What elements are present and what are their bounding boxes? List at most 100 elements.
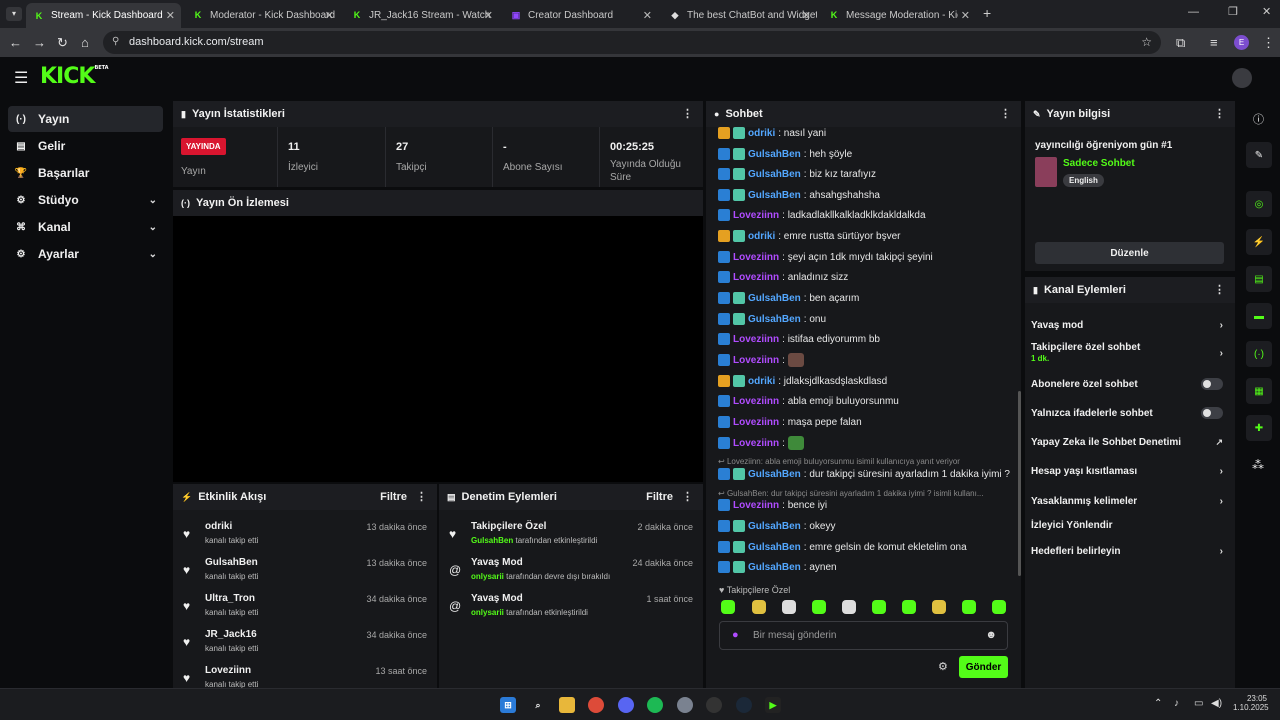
close-tab-icon[interactable]: ✕ [166, 9, 175, 22]
chat-message[interactable]: GulsahBen: emre gelsin de komut ekleteli… [718, 539, 967, 555]
forward-icon[interactable]: → [33, 35, 46, 50]
extensions-icon[interactable]: ⧉ [1176, 35, 1185, 51]
chat-message[interactable]: Loveziinn: istifaa ediyorumm bb [718, 331, 880, 347]
sidebar-item-achievements[interactable]: 🏆 Başarılar [8, 160, 163, 186]
reply-preview[interactable]: ↩ Loveziinn: abla emoji buluyorsunmu isi… [718, 457, 1008, 466]
close-tab-icon[interactable]: ✕ [325, 9, 334, 22]
chat-message[interactable]: Loveziinn: [718, 352, 804, 368]
tab-creator-dashboard[interactable]: ▣ Creator Dashboard ✕ [503, 4, 658, 26]
layout-icon[interactable]: ▦ [1246, 378, 1272, 404]
more-options-icon[interactable]: ⋮ [1214, 283, 1225, 296]
category-link[interactable]: Sadece Sohbet [1063, 158, 1135, 169]
minimize-icon[interactable]: — [1188, 6, 1199, 18]
tab-search-icon[interactable]: ▾ [6, 7, 22, 21]
sidebar-item-settings[interactable]: ⚙ Ayarlar ⌄ [8, 241, 163, 267]
start-icon[interactable]: ⊞ [500, 697, 516, 713]
chat-message[interactable]: GulsahBen: heh şöyle [718, 146, 852, 162]
chat-message[interactable]: Loveziinn: anladınız sizz [718, 269, 848, 285]
slow-mode-row[interactable]: Yavaş mod › [1031, 314, 1231, 336]
edit-button[interactable]: Düzenle [1035, 242, 1224, 264]
tab-stream-dashboard[interactable]: K Stream - Kick Dashboard ✕ [26, 3, 181, 28]
close-tab-icon[interactable]: ✕ [802, 9, 811, 22]
followers-only-row[interactable]: Takipçilere özel sohbet 1 dk. › [1031, 340, 1231, 366]
send-button[interactable]: Gönder [959, 656, 1008, 678]
restore-icon[interactable]: ❐ [1228, 5, 1238, 18]
emote-icon[interactable] [842, 600, 856, 614]
sidebar-item-studio[interactable]: ⚙ Stüdyo ⌄ [8, 187, 163, 213]
more-options-icon[interactable]: ⋮ [682, 490, 693, 503]
tab-moderator-dashboard[interactable]: K Moderator - Kick Dashboard ✕ [185, 4, 340, 26]
chat-message[interactable]: GulsahBen: onu [718, 311, 826, 327]
file-explorer-icon[interactable] [559, 697, 575, 713]
sidebar-item-channel[interactable]: ⌘ Kanal ⌄ [8, 214, 163, 240]
chat-message[interactable]: Loveziinn: abla emoji buluyorsunmu [718, 393, 899, 409]
new-tab-icon[interactable]: + [983, 5, 991, 21]
close-tab-icon[interactable]: ✕ [484, 9, 493, 22]
subscribers-only-row[interactable]: Abonelere özel sohbet [1031, 373, 1231, 395]
chat-message[interactable]: Loveziinn: ladkadlakllkalkladklkdakldalk… [718, 207, 926, 223]
chat-message[interactable]: odriki: emre rustta sürtüyor bşver [718, 228, 901, 244]
chat-message[interactable]: odriki: jdlaksjdlkasdşlaskdlasd [718, 373, 887, 389]
tab-message-moderation[interactable]: K Message Moderation - Kick Da ✕ [821, 4, 976, 26]
sidebar-item-stream[interactable]: (·) Yayın [8, 106, 163, 132]
browser-menu-icon[interactable]: ⋮ [1262, 35, 1275, 51]
emote-icon[interactable] [962, 600, 976, 614]
kick-logo[interactable]: KICKBETA [40, 64, 109, 89]
close-window-icon[interactable]: ✕ [1262, 5, 1271, 18]
chat-message[interactable]: odriki: nasıl yani [718, 125, 826, 141]
media-icon[interactable]: ≡ [1210, 35, 1218, 50]
profile-avatar[interactable]: E [1234, 35, 1249, 50]
filter-button[interactable]: Filtre [380, 491, 407, 503]
add-widget-icon[interactable]: ⁂ [1252, 458, 1264, 472]
kick-app-icon[interactable]: ▶ [765, 697, 781, 713]
more-options-icon[interactable]: ⋮ [416, 490, 427, 503]
video-preview[interactable] [173, 216, 703, 482]
clock[interactable]: 23:05 1.10.2025 [1233, 694, 1269, 712]
more-options-icon[interactable]: ⋮ [1214, 107, 1225, 120]
emote-icon[interactable] [872, 600, 886, 614]
sidebar-item-revenue[interactable]: ▤ Gelir [8, 133, 163, 159]
chat-settings-icon[interactable]: ⚙ [938, 660, 948, 673]
back-icon[interactable]: ← [9, 35, 22, 50]
emote-icon[interactable] [721, 600, 735, 614]
tray-chevron-icon[interactable]: ⌃ [1154, 698, 1162, 709]
filter-button[interactable]: Filtre [646, 491, 673, 503]
emotes-only-row[interactable]: Yalnızca ifadelerle sohbet [1031, 402, 1231, 424]
tab-chatbot-widgets[interactable]: ◆ The best ChatBot and Widgets ✕ [662, 4, 817, 26]
emote-icon[interactable] [992, 600, 1006, 614]
emote-icon[interactable] [902, 600, 916, 614]
steam-icon[interactable] [736, 697, 752, 713]
chat-message[interactable]: Loveziinn: [718, 435, 804, 451]
subscribers-only-toggle[interactable] [1201, 378, 1223, 390]
microphone-icon[interactable]: ● [732, 629, 739, 641]
chrome-icon[interactable] [588, 697, 604, 713]
site-info-icon[interactable]: ⚲ [112, 36, 119, 47]
chat-input[interactable]: ● Bir mesaj gönderin ☻ [719, 621, 1008, 650]
info-icon[interactable]: ⓘ [1253, 111, 1264, 127]
tab-jr-jack16-stream[interactable]: K JR_Jack16 Stream - Watch Live ✕ [344, 4, 499, 26]
settings-gear-icon[interactable] [677, 697, 693, 713]
user-avatar[interactable] [1232, 68, 1252, 88]
obs-icon[interactable] [706, 697, 722, 713]
camera-icon[interactable]: ◎ [1246, 191, 1272, 217]
wrench-icon[interactable]: ✚ [1246, 415, 1272, 441]
list-icon[interactable]: ▤ [1246, 266, 1272, 292]
chat-message[interactable]: Loveziinn: maşa pepe falan [718, 414, 862, 430]
broadcast-icon[interactable]: (·) [1246, 341, 1272, 367]
chat-message[interactable]: GulsahBen: ben açarım [718, 290, 859, 306]
goals-row[interactable]: Hedefleri belirleyin › [1031, 540, 1231, 562]
network-icon[interactable]: ▭ [1194, 698, 1203, 709]
ai-moderation-row[interactable]: Yapay Zeka ile Sohbet Denetimi ↗ [1031, 431, 1231, 453]
edit-pencil-icon[interactable]: ✎ [1246, 142, 1272, 168]
spotify-icon[interactable] [647, 697, 663, 713]
volume-icon[interactable]: ◀) [1211, 698, 1222, 709]
chat-message[interactable]: Loveziinn: bence iyi [718, 497, 827, 513]
chat-icon[interactable]: ▬ [1246, 303, 1272, 329]
close-tab-icon[interactable]: ✕ [961, 9, 970, 22]
chat-message[interactable]: GulsahBen: okeyy [718, 518, 835, 534]
chat-message[interactable]: GulsahBen: dur takipçi süresini ayarladı… [718, 466, 1010, 482]
bookmark-star-icon[interactable]: ☆ [1141, 35, 1152, 49]
hamburger-menu-icon[interactable]: ☰ [14, 68, 28, 88]
close-tab-icon[interactable]: ✕ [643, 9, 652, 22]
account-age-row[interactable]: Hesap yaşı kısıtlaması › [1031, 460, 1231, 482]
